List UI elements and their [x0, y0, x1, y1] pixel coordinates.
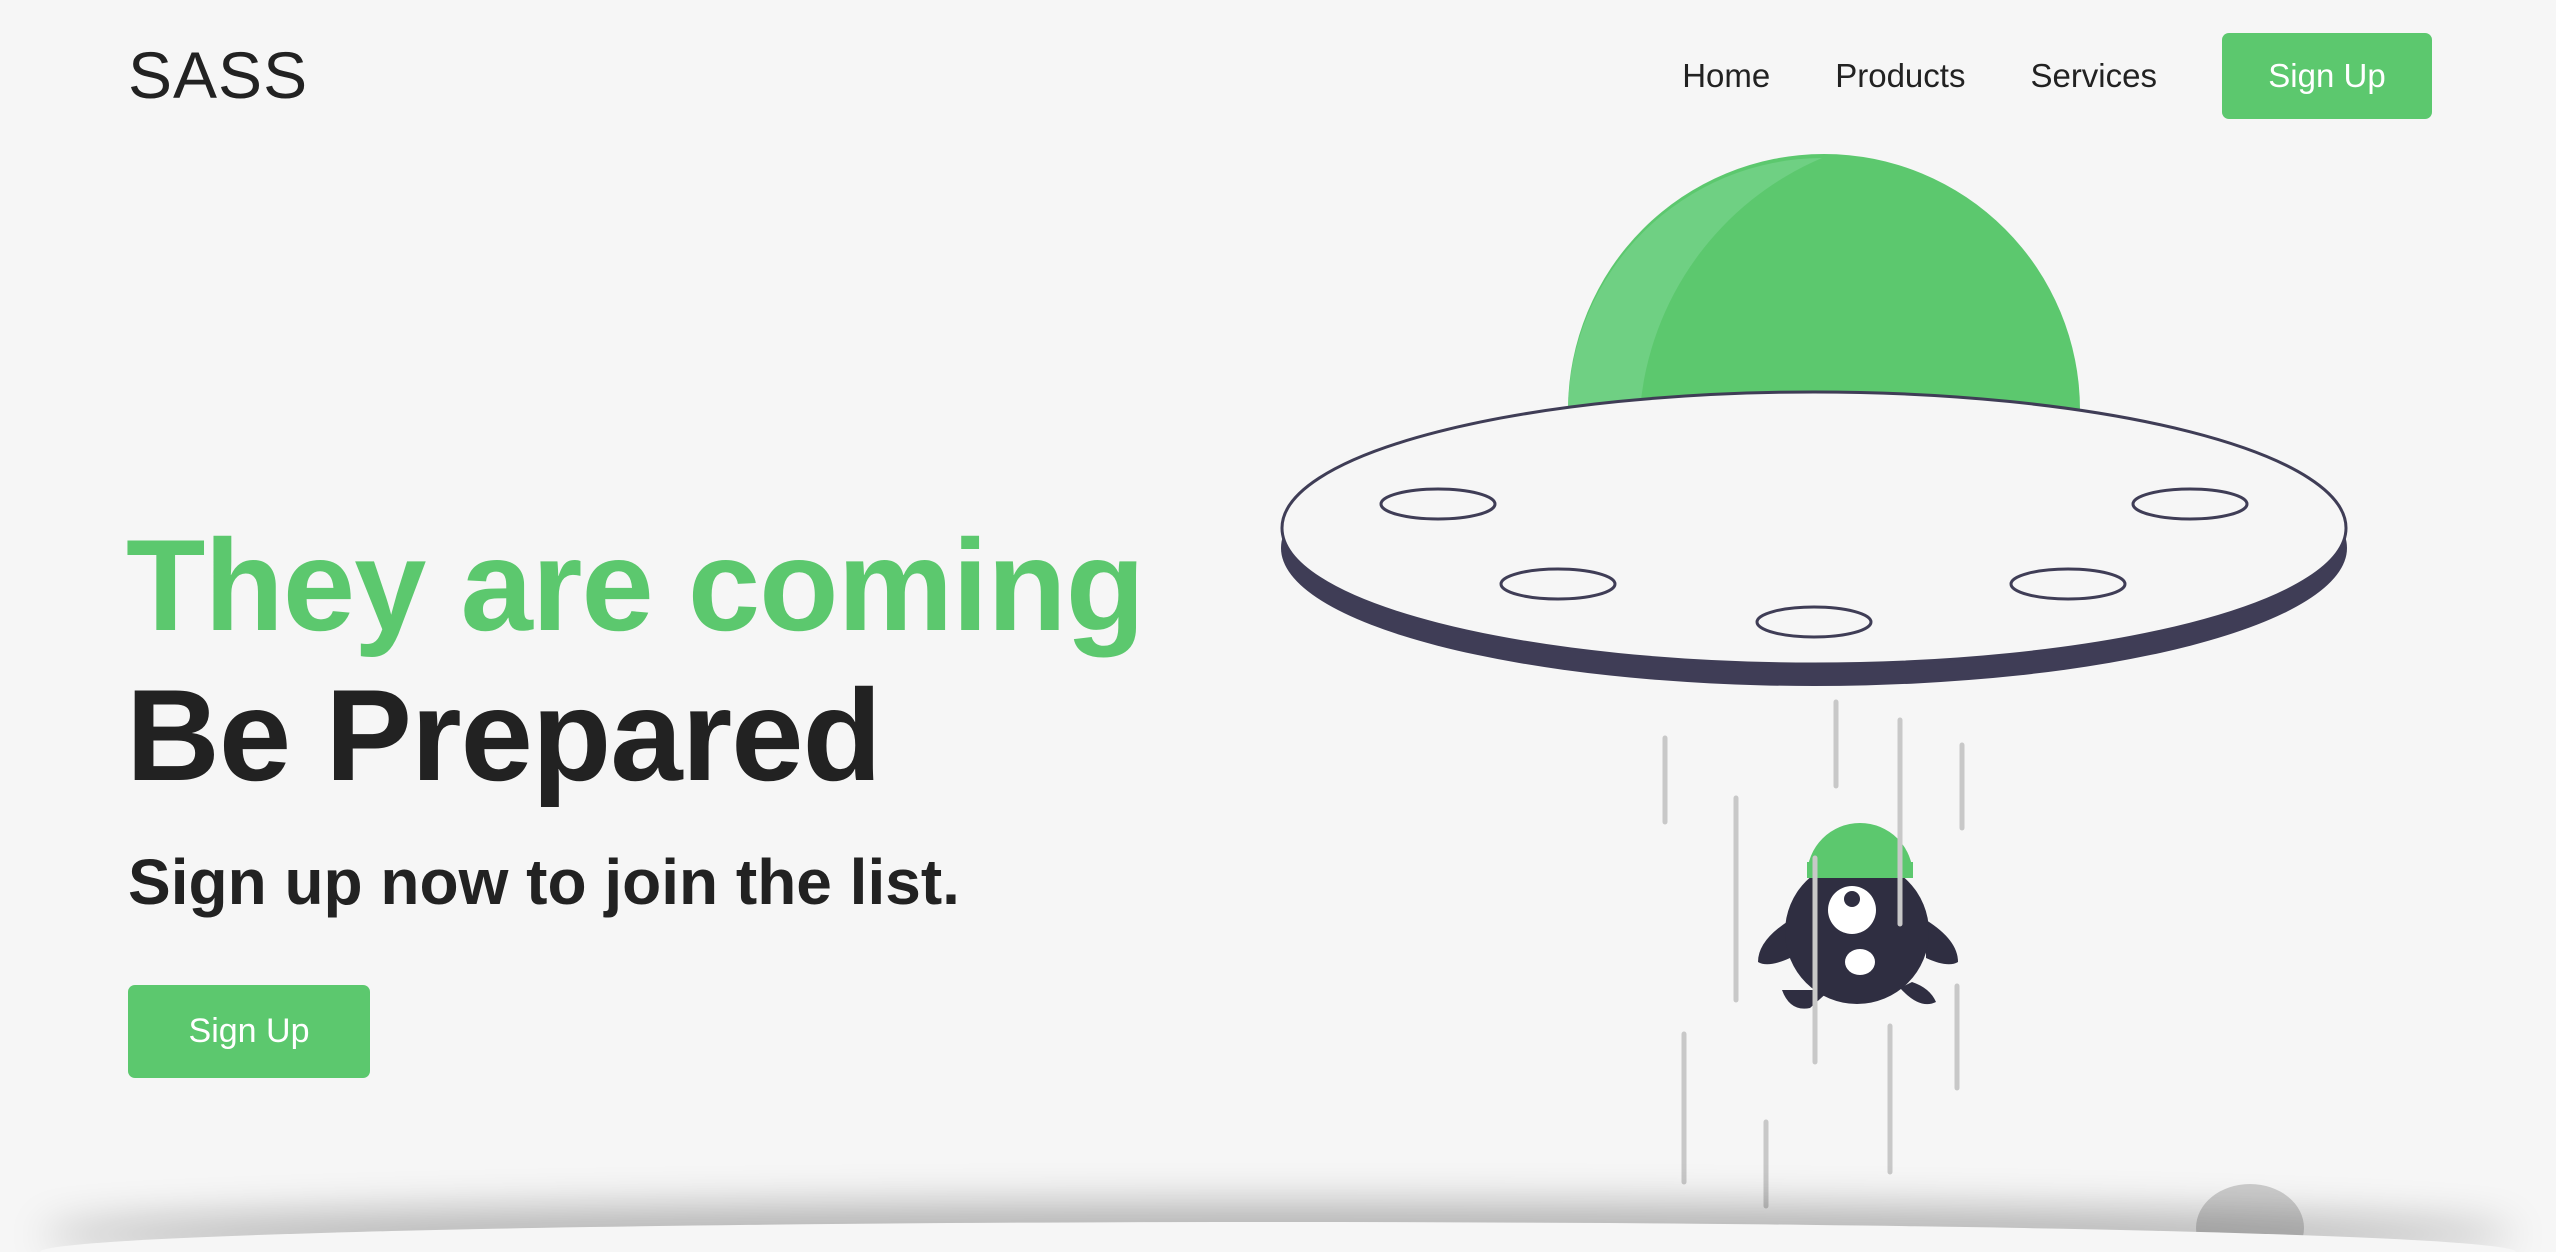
hero-title-line1: They are coming [126, 512, 1145, 658]
porthole [2131, 487, 2249, 521]
porthole [1499, 567, 1617, 601]
speed-lines [1662, 699, 1965, 1209]
hero-signup-button[interactable]: Sign Up [128, 985, 370, 1078]
hero-heading: They are coming Be Prepared [126, 510, 1145, 810]
hero-subtitle: Sign up now to join the list. [128, 846, 960, 918]
ufo-dome [1568, 154, 2080, 410]
ufo-saucer [1280, 390, 2348, 686]
ufo-portholes [1379, 487, 2249, 639]
header-signup-button[interactable]: Sign Up [2222, 33, 2432, 119]
hero-title-line2: Be Prepared [126, 662, 882, 808]
porthole [2009, 567, 2127, 601]
alien-character [1758, 823, 1958, 1009]
logo[interactable]: SASS [128, 36, 308, 114]
nav-link-services[interactable]: Services [2030, 33, 2157, 119]
nav-link-home[interactable]: Home [1682, 33, 1770, 119]
porthole [1755, 605, 1873, 639]
main-nav: Home Products Services Sign Up [1682, 33, 2432, 119]
porthole [1379, 487, 1497, 521]
landing-page: SASS Home Products Services Sign Up They… [0, 0, 2556, 1252]
nav-link-products[interactable]: Products [1835, 33, 1965, 119]
bottom-section-shadow [40, 1222, 2516, 1252]
